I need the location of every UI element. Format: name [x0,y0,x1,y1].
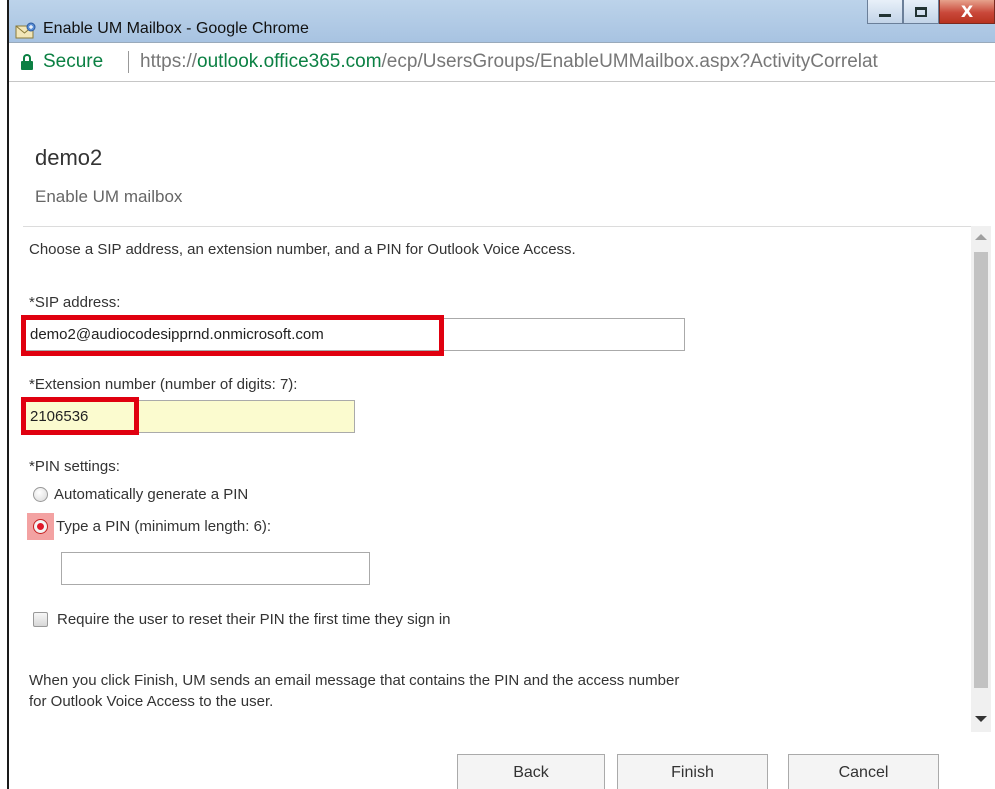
header-divider [23,226,979,227]
scroll-down-icon[interactable] [975,716,987,722]
window-title: Enable UM Mailbox - Google Chrome [43,20,309,37]
close-icon: X [960,2,974,21]
reset-pin-label: Require the user to reset their PIN the … [57,611,451,628]
page-title: demo2 [35,145,103,170]
sip-address-label: *SIP address: [29,294,121,311]
url-scheme: https:// [140,51,198,72]
address-bar[interactable]: Secure https://outlook.office365.com/ecp… [9,42,995,82]
radio-auto-generate-pin[interactable]: Automatically generate a PIN [33,486,248,503]
page-subtitle: Enable UM mailbox [35,187,183,206]
scroll-up-icon[interactable] [975,234,987,240]
extension-number-input[interactable] [23,400,355,433]
window-frame-edge [0,0,9,789]
scrollbar-thumb[interactable] [974,252,988,688]
close-button[interactable]: X [939,0,995,24]
minimize-icon [879,14,891,17]
back-button[interactable]: Back [457,754,605,789]
sip-address-input[interactable] [23,318,685,351]
radio-type-pin[interactable]: Type a PIN (minimum length: 6): [27,513,272,540]
radio-label: Type a PIN (minimum length: 6): [56,518,272,535]
url-text[interactable]: https://outlook.office365.com/ecp/UsersG… [140,51,878,73]
finish-note: When you click Finish, UM sends an email… [29,672,680,710]
extension-number-label: *Extension number (number of digits: 7): [29,376,298,393]
mailbox-icon [15,22,36,39]
url-path: /ecp/UsersGroups/EnableUMMailbox.aspx?Ac… [381,51,878,72]
finish-button[interactable]: Finish [617,754,768,789]
lock-icon[interactable] [21,54,33,70]
url-host: outlook.office365.com [197,51,382,72]
reset-pin-checkbox-row[interactable]: Require the user to reset their PIN the … [33,611,451,628]
address-separator [128,51,129,73]
intro-text: Choose a SIP address, an extension numbe… [29,241,576,258]
radio-button-checked[interactable] [27,513,54,540]
radio-button-unchecked[interactable] [33,487,48,502]
browser-window: Enable UM Mailbox - Google Chrome X Secu… [9,0,995,789]
cancel-button[interactable]: Cancel [788,754,939,789]
pin-input[interactable] [61,552,370,585]
minimize-button[interactable] [867,0,903,24]
window-controls: X [867,0,995,26]
scrollbar[interactable] [971,226,991,732]
pin-settings-label: *PIN settings: [29,458,120,475]
reset-pin-checkbox[interactable] [33,612,48,627]
secure-label[interactable]: Secure [43,51,103,73]
maximize-icon [915,6,927,17]
maximize-button[interactable] [903,0,939,24]
radio-dot [33,519,48,534]
radio-label: Automatically generate a PIN [54,486,249,503]
